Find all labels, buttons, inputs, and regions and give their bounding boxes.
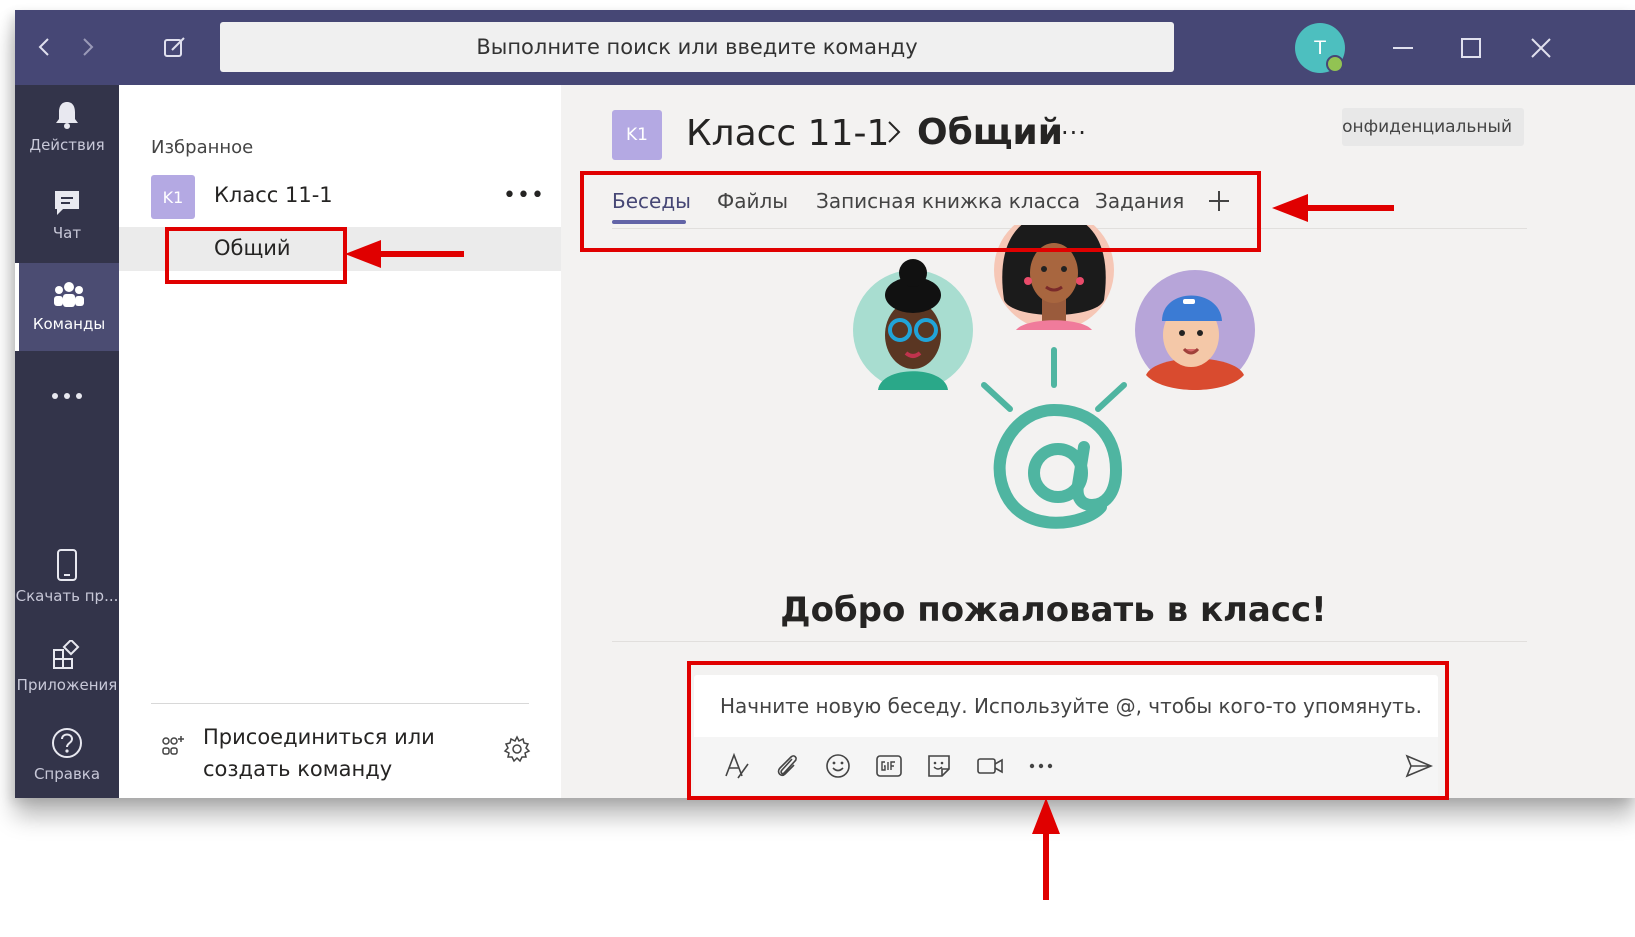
team-more-options-button[interactable]: ••• (503, 183, 545, 208)
teams-list-pane: Избранное K1 Класс 11-1 ••• Общий Присое… (119, 85, 561, 798)
person-cap-avatar (1135, 270, 1255, 390)
more-horizontal-icon (52, 393, 82, 399)
annotation-tabs-highlight (580, 171, 1261, 252)
breadcrumb-team[interactable]: Класс 11-1 (686, 113, 889, 154)
rail-item-help[interactable]: Справка (15, 713, 119, 797)
avatar-initial: T (1314, 37, 1326, 59)
rail-item-teams[interactable]: Команды (15, 263, 119, 351)
team-name[interactable]: Класс 11-1 (214, 183, 333, 207)
welcome-illustration (853, 225, 1255, 529)
arrow-left-icon (1272, 194, 1308, 222)
person-glasses-avatar (853, 259, 973, 390)
apps-icon (53, 640, 80, 669)
search-placeholder: Выполните поиск или введите команду (476, 35, 918, 59)
presence-available-icon (1326, 55, 1344, 73)
annotation-arrow-line (1306, 205, 1394, 211)
rail-item-download[interactable]: Скачать пр... (15, 535, 119, 619)
mobile-icon (57, 549, 77, 581)
forward-button[interactable] (73, 32, 103, 62)
arrow-up-icon (1032, 798, 1060, 834)
chat-icon (55, 191, 79, 215)
minimize-button[interactable] (1385, 30, 1421, 66)
divider (612, 641, 1527, 642)
more-apps-button[interactable] (15, 353, 119, 439)
close-icon (1531, 38, 1551, 58)
annotation-arrow-line (378, 251, 464, 257)
breadcrumb-channel: Общий (917, 112, 1063, 153)
maximize-icon (1461, 38, 1481, 58)
search-input[interactable]: Выполните поиск или введите команду (220, 22, 1174, 72)
rail-label: Приложения (16, 676, 118, 694)
chevron-left-icon (38, 38, 49, 56)
new-chat-button[interactable] (160, 32, 190, 62)
help-icon (52, 728, 82, 758)
team-avatar: K1 (151, 175, 195, 219)
title-bar: Выполните поиск или введите команду T (15, 10, 1635, 85)
rail-label: Команды (32, 315, 106, 333)
compose-icon (164, 37, 185, 57)
rail-label: Действия (29, 136, 105, 154)
rail-label: Чат (52, 224, 82, 242)
rail-item-activity[interactable]: Действия (15, 85, 119, 169)
rail-item-chat[interactable]: Чат (15, 173, 119, 257)
teams-icon (54, 282, 84, 307)
at-sign-icon (993, 403, 1123, 529)
close-button[interactable] (1523, 30, 1559, 66)
rail-item-apps[interactable]: Приложения (15, 625, 119, 709)
welcome-heading: Добро пожаловать в класс! (780, 590, 1327, 630)
divider (151, 703, 529, 704)
arrow-left-icon (345, 240, 381, 268)
annotation-arrow-line (1043, 830, 1049, 900)
back-button[interactable] (29, 32, 59, 62)
maximize-button[interactable] (1453, 30, 1489, 66)
rail-label: Скачать пр... (15, 587, 119, 605)
gear-icon[interactable] (503, 735, 531, 763)
rail-label: Справка (33, 765, 101, 783)
app-rail: Действия Чат Команды Скачать пр... Прило… (15, 85, 119, 798)
chevron-right-icon (83, 38, 94, 56)
team-avatar-large: K1 (612, 110, 662, 160)
favorites-heading: Избранное (151, 137, 254, 158)
minimize-icon (1393, 47, 1413, 49)
join-or-create-team-button[interactable]: Присоединиться или создать команду (203, 721, 513, 785)
bell-icon (56, 102, 78, 129)
annotation-channel-highlight (165, 227, 347, 284)
confidential-badge: Конфиденциальный (1342, 108, 1524, 146)
channel-more-options-button[interactable]: ··· (1061, 119, 1087, 147)
annotation-compose-highlight (687, 661, 1449, 800)
join-team-icon (162, 736, 184, 755)
chevron-right-icon (888, 121, 901, 143)
